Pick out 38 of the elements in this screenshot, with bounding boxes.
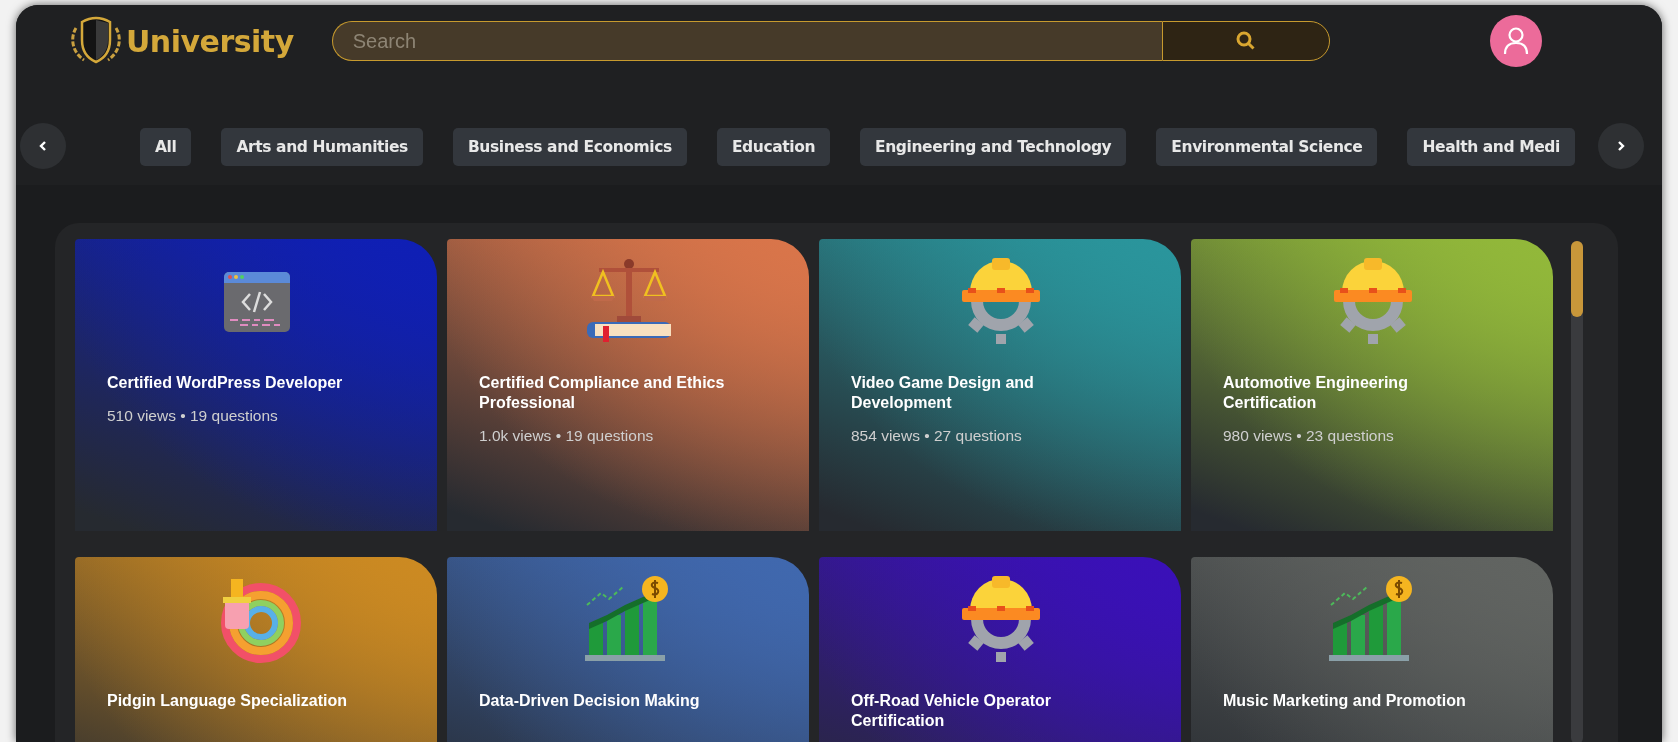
course-title: Certified WordPress Developer xyxy=(107,373,343,393)
course-card[interactable]: Data-Driven Decision Making xyxy=(447,557,809,742)
course-card[interactable]: Pidgin Language Specialization xyxy=(75,557,437,742)
logo-text: University xyxy=(126,23,294,59)
chevron-right-icon xyxy=(1617,141,1625,151)
course-title: Pidgin Language Specialization xyxy=(107,691,348,711)
search-field[interactable]: Search xyxy=(331,21,1162,61)
category-chip[interactable]: Education xyxy=(716,128,831,166)
user-avatar[interactable] xyxy=(1489,15,1542,67)
search-icon xyxy=(1235,31,1256,51)
shield-laurel-logo-icon xyxy=(68,16,124,66)
course-stats: 854 views • 27 questions xyxy=(851,427,1022,445)
course-stats: 980 views • 23 questions xyxy=(1223,427,1394,445)
course-card[interactable]: Music Marketing and Promotion xyxy=(1191,557,1553,742)
course-title: Off-Road Vehicle Operator Certification xyxy=(851,691,1053,731)
course-card[interactable]: Automotive Engineering Certification 980 views • 23 questions xyxy=(1191,239,1553,531)
course-stats: 510 views • 19 questions xyxy=(107,407,278,425)
course-title: Automotive Engineering Certification xyxy=(1223,373,1409,413)
course-stats: 1.0k views • 19 questions xyxy=(479,427,654,445)
search-button[interactable] xyxy=(1161,21,1330,61)
category-chip[interactable]: Health and Medi xyxy=(1407,128,1575,166)
course-title: Music Marketing and Promotion xyxy=(1223,691,1466,711)
chevron-left-icon xyxy=(39,141,47,151)
scrollbar[interactable] xyxy=(1571,241,1583,742)
category-chip[interactable]: Environmental Science xyxy=(1156,128,1378,166)
category-chip[interactable]: Business and Economics xyxy=(452,128,687,166)
course-card[interactable]: Certified WordPress Developer 510 views • 19 questions xyxy=(75,239,437,531)
category-chip[interactable]: All xyxy=(140,128,192,166)
user-icon xyxy=(1502,27,1529,55)
course-card[interactable]: Certified Compliance and Ethics Professional 1.0k views • 19 questions xyxy=(447,239,809,531)
course-card[interactable]: Off-Road Vehicle Operator Certification xyxy=(819,557,1181,742)
scrollbar-thumb[interactable] xyxy=(1571,241,1583,317)
course-title: Data-Driven Decision Making xyxy=(479,691,700,711)
course-title: Video Game Design and Development xyxy=(851,373,1035,413)
category-chip[interactable]: Engineering and Technology xyxy=(860,128,1127,166)
course-title: Certified Compliance and Ethics Professional xyxy=(479,373,726,413)
course-card[interactable]: Video Game Design and Development 854 views • 27 questions xyxy=(819,239,1181,531)
category-chip[interactable]: Arts and Humanities xyxy=(221,128,423,166)
